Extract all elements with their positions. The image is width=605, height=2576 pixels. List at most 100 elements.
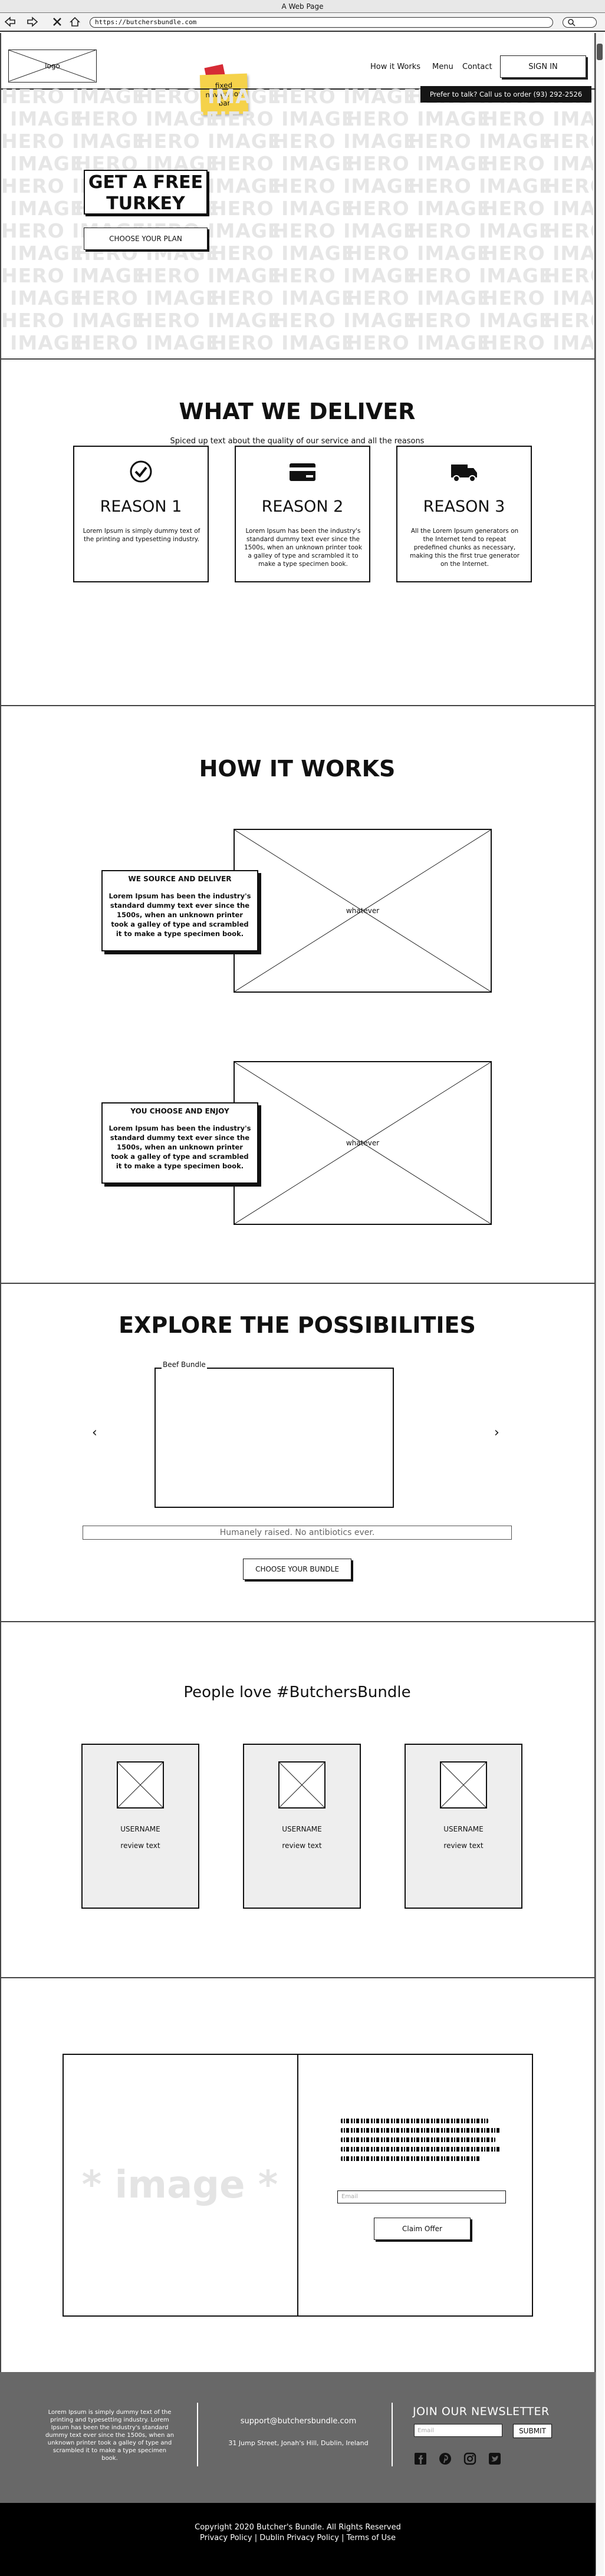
deliver-title: WHAT WE DELIVER [179,398,416,424]
chevron-right-icon[interactable]: › [494,1425,499,1440]
review-card: USERNAME review text [243,1744,361,1909]
hero-watermark-text: HERO IMAGE [211,107,356,130]
hero-watermark-text: HERO IMAGE [1,197,84,220]
reason-card: REASON 3 All the Lorem Ipsum generators … [396,446,532,582]
search-icon [568,19,576,27]
image-label: whatever [346,1139,380,1147]
copyright-text: Copyright 2020 Butcher's Bundle. All Rig… [195,2523,401,2532]
truck-icon [397,460,531,483]
footer-address: 31 Jump Street, Jonah's Hill, Dublin, Ir… [228,2439,369,2447]
footer: Lorem Ipsum is simply dummy text of the … [0,2372,596,2503]
footer-bottom-bar: Copyright 2020 Butcher's Bundle. All Rig… [0,2503,596,2576]
reason-card: REASON 2 Lorem Ipsum has been the indust… [235,446,370,582]
hero-watermark-text: HERO IMAGE [211,197,356,220]
hero-watermark-text: HERO IMAGE [482,107,593,130]
step-body: Lorem Ipsum has been the industry's stan… [108,1124,251,1170]
choose-plan-button[interactable]: CHOOSE YOUR PLAN [84,228,208,250]
hero-watermark-text: HERO IMAGE [544,264,593,287]
step-body: Lorem Ipsum has been the industry's stan… [108,892,251,938]
review-username: USERNAME [282,1825,322,1833]
footer-separator [197,2403,198,2466]
hero-watermark-text: HERO IMAGE [75,286,220,309]
offer-email-input[interactable]: Email [337,2190,506,2203]
hero-watermark-text: HERO IMAGE [272,219,417,242]
nav-how-it-works[interactable]: How it Works [370,62,420,71]
reason-title: REASON 1 [100,498,182,516]
hero-watermark-text: HERO IMAGE [1,331,84,354]
pinterest-icon[interactable] [439,2452,452,2465]
avatar [278,1761,325,1809]
avatar [117,1761,164,1809]
how-image-2: whatever [234,1061,492,1225]
choose-bundle-button[interactable]: CHOOSE YOUR BUNDLE [243,1559,351,1580]
call-to-order-bar[interactable]: Prefer to talk? Call us to order (93) 29… [420,86,591,103]
offer-text-line [341,2119,488,2123]
bundle-tagline: Humanely raised. No antibiotics ever. [83,1526,512,1540]
review-text: review text [282,1842,322,1850]
browser-search-input[interactable] [563,17,597,28]
hero-watermark-text: HERO IMAGE [544,219,593,242]
explore-title: EXPLORE THE POSSIBILITIES [119,1312,476,1338]
footer-links[interactable]: Privacy Policy | Dublin Privacy Policy |… [0,2534,596,2542]
hero-watermark-text: HERO IMAGE [137,264,282,287]
offer-text-line [341,2128,500,2133]
step-card: WE SOURCE AND DELIVER Lorem Ipsum has be… [101,870,258,951]
section-divider [1,358,596,360]
hero-watermark-text: HERO IMAGE [75,331,220,354]
home-icon[interactable] [68,15,81,28]
logo-label: logo [45,62,60,70]
offer-image-placeholder: * image * [81,2163,278,2207]
footer-email[interactable]: support@butchersbundle.com [204,2417,393,2426]
review-card: USERNAME review text [405,1744,522,1909]
review-card: USERNAME review text [81,1744,199,1909]
review-username: USERNAME [120,1825,160,1833]
nav-menu[interactable]: Menu [432,62,453,71]
hero-watermark-text: HERO IMAGE [1,264,146,287]
hero-watermark-text: HERO IMAGE [1,88,146,108]
hero-watermark-text: HERO IMAGE [211,331,356,354]
hero-watermark-text: HERO IMAGE [482,152,593,175]
sign-in-button[interactable]: SIGN IN [500,55,586,78]
scrollbar-thumb[interactable] [597,44,603,60]
footer-separator [392,2403,393,2466]
forward-icon[interactable] [26,15,39,28]
hero-watermark-text: HERO IMAGE [408,219,553,242]
nav-contact[interactable]: Contact [462,62,492,71]
reason-body: Lorem Ipsum has been the industry's stan… [244,528,362,568]
hero-watermark-text: HERO IMAGE [272,309,417,332]
offer-divider [297,2054,298,2317]
chevron-left-icon[interactable]: ‹ [92,1425,97,1440]
reason-body: Lorem Ipsum is simply dummy text of the … [83,528,200,543]
hero-watermark-text: HERO IMAGE [544,174,593,197]
facebook-icon[interactable] [414,2452,427,2465]
instagram-icon[interactable] [463,2452,476,2465]
claim-offer-button[interactable]: Claim Offer [374,2218,471,2240]
close-icon[interactable] [51,15,64,28]
newsletter-email-input[interactable]: Email [414,2424,502,2437]
step-card: YOU CHOOSE AND ENJOY Lorem Ipsum has bee… [101,1102,258,1184]
hero-watermark-text: HERO IMAGE [482,286,593,309]
hero-watermark-text: HERO IMAGE [211,286,356,309]
site-logo[interactable]: logo [8,50,97,83]
hero-watermark-text: HERO IMAGE [544,309,593,332]
review-username: USERNAME [443,1825,484,1833]
offer-text-line [341,2137,495,2142]
twitter-icon[interactable] [488,2452,501,2465]
footer-about: Lorem Ipsum is simply dummy text of the … [45,2409,175,2462]
reason-title: REASON 3 [423,498,505,516]
bundle-carousel[interactable] [154,1368,394,1508]
url-bar[interactable]: https://butchersbundle.com [90,17,553,28]
hero-watermark-text: HERO IMAGE [211,242,356,265]
newsletter-submit-button[interactable]: SUBMIT [513,2424,552,2438]
hero-watermark-text: HERO IMAGE [1,107,84,130]
offer-text-line [341,2147,500,2152]
hero-cta-title: GET A FREE TURKEY [84,170,208,215]
hero-watermark-text: HERO IMAGE [272,174,417,197]
hero-watermark-text: HERO IMAGE [272,130,417,153]
hero-watermark-text: HERO IMAGE [346,242,491,265]
scrollbar[interactable] [596,33,604,2575]
hero-section: HERO IMAGEHERO IMAGEHERO IMAGEHERO IMAGE… [1,88,593,360]
check-circle-icon [74,460,208,483]
back-icon[interactable] [4,15,17,28]
window-title: A Web Page [0,0,605,13]
